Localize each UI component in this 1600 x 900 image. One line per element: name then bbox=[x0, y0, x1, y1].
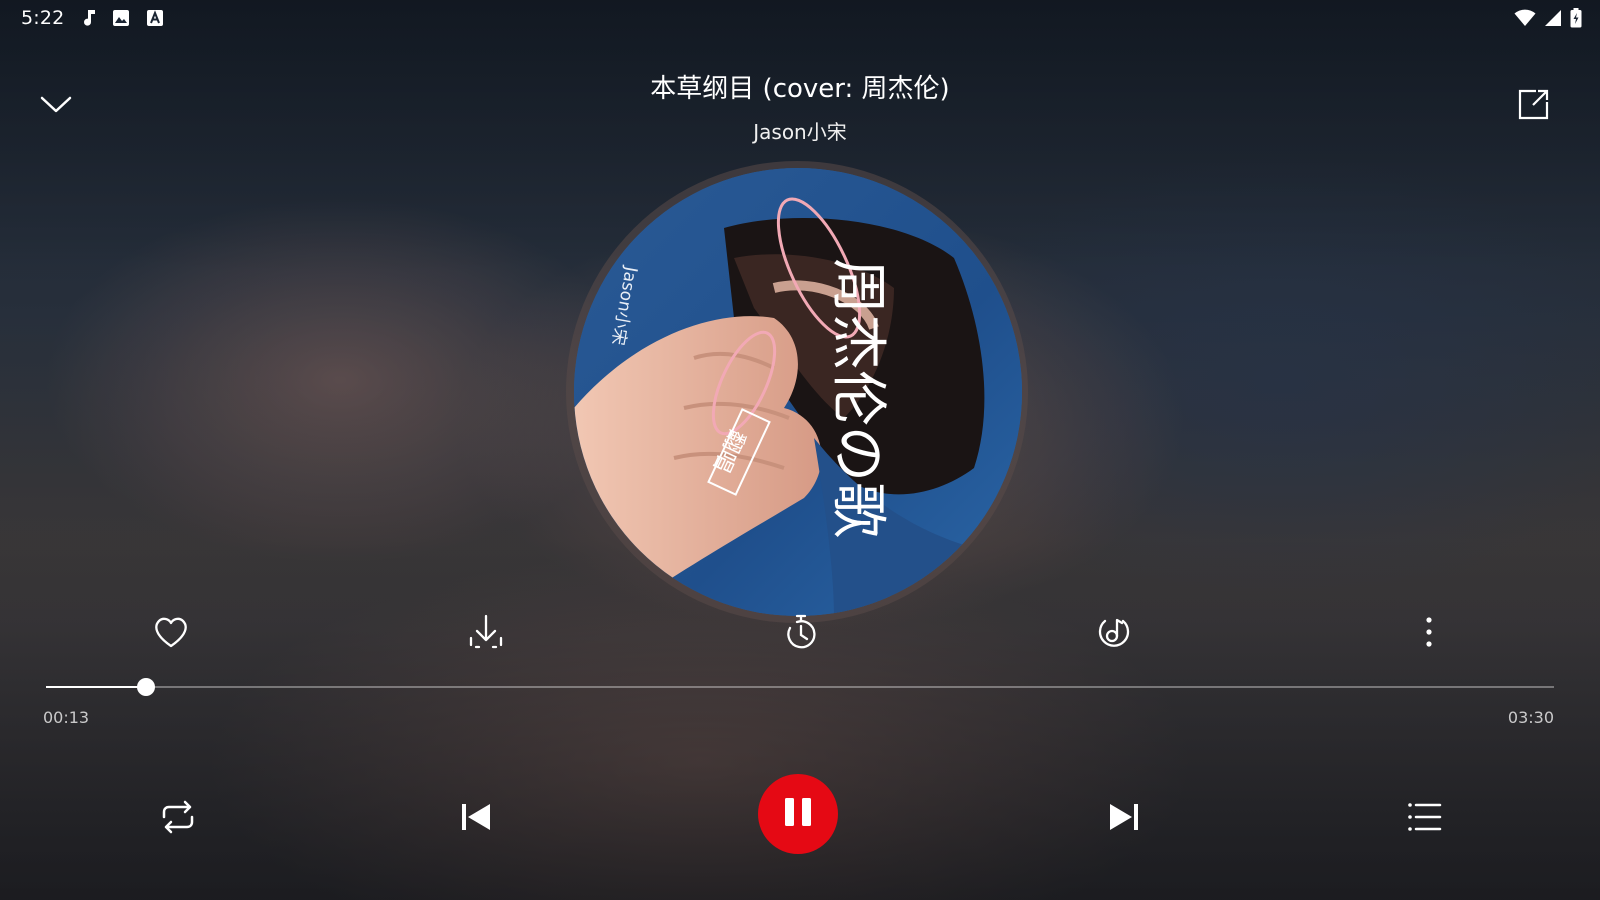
music-player-screen: 5:22 本草纲目 (cover: 周杰伦) Jason小宋 周杰伦の歌 Jas… bbox=[0, 0, 1600, 900]
timer-icon bbox=[781, 614, 821, 656]
music-note-icon bbox=[82, 9, 96, 27]
heart-outline-icon bbox=[151, 617, 191, 656]
more-vertical-icon bbox=[1409, 617, 1449, 656]
progress-thumb[interactable] bbox=[136, 678, 155, 696]
current-time: 00:13 bbox=[43, 708, 90, 727]
sleep-timer-button[interactable] bbox=[781, 612, 821, 652]
image-icon bbox=[112, 9, 130, 27]
battery-charging-icon bbox=[1570, 8, 1582, 28]
status-time: 5:22 bbox=[21, 7, 65, 29]
music-note-circle-icon bbox=[1094, 618, 1134, 656]
download-button[interactable] bbox=[466, 612, 506, 652]
playlist-icon bbox=[1400, 803, 1448, 845]
playlist-button[interactable] bbox=[1400, 793, 1448, 841]
sound-effect-button[interactable] bbox=[1094, 612, 1134, 652]
status-system-icons bbox=[1514, 8, 1582, 28]
status-notification-icons bbox=[82, 9, 164, 27]
artist-name[interactable]: Jason小宋 bbox=[0, 116, 1600, 145]
total-time: 03:30 bbox=[1507, 708, 1554, 727]
repeat-icon bbox=[154, 800, 202, 845]
next-button[interactable] bbox=[1100, 793, 1148, 841]
cellular-signal-icon bbox=[1544, 9, 1562, 27]
play-pause-button[interactable] bbox=[758, 774, 838, 854]
pause-icon bbox=[778, 792, 818, 836]
share-button[interactable] bbox=[1514, 84, 1554, 124]
song-title: 本草纲目 (cover: 周杰伦) bbox=[650, 74, 950, 104]
skip-next-icon bbox=[1100, 804, 1148, 845]
progress-fill bbox=[46, 686, 146, 688]
status-bar: 5:22 bbox=[0, 0, 1600, 36]
album-art-title-text: 周杰伦の歌 bbox=[825, 258, 890, 538]
skip-previous-icon bbox=[452, 804, 500, 845]
external-link-icon bbox=[1514, 89, 1554, 128]
album-art[interactable]: 周杰伦の歌 Jason小宋 翻唱 bbox=[574, 168, 1022, 616]
like-button[interactable] bbox=[151, 612, 191, 652]
progress-bar[interactable] bbox=[46, 678, 1554, 696]
font-icon bbox=[146, 9, 164, 27]
download-icon bbox=[466, 614, 506, 656]
more-button[interactable] bbox=[1409, 612, 1449, 652]
wifi-icon bbox=[1514, 9, 1536, 27]
previous-button[interactable] bbox=[452, 793, 500, 841]
repeat-button[interactable] bbox=[154, 793, 202, 841]
